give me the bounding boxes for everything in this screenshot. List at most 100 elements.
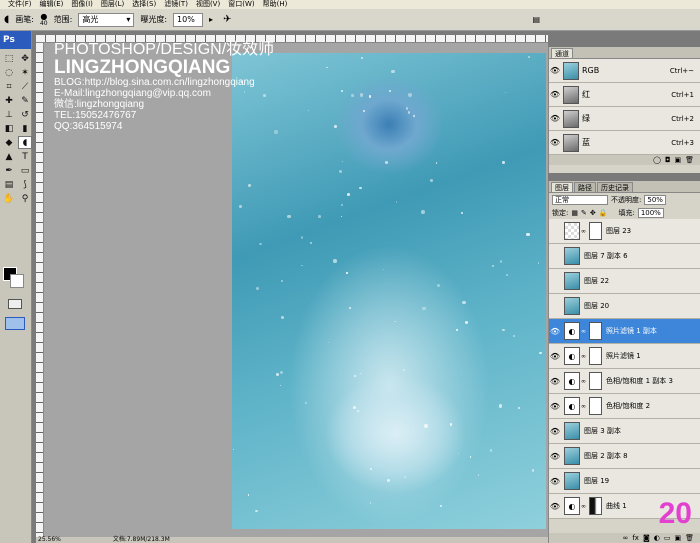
- path-select-icon[interactable]: ▲: [2, 150, 16, 163]
- hand-tool-icon[interactable]: ✋: [2, 192, 16, 205]
- quick-mask-icon[interactable]: [8, 299, 22, 309]
- eyedropper-icon[interactable]: ⟆: [18, 178, 32, 191]
- layer-row[interactable]: 👁 ◐ ∞ 色相/饱和度 2: [549, 394, 700, 419]
- menu-item[interactable]: 滤镜(T): [160, 0, 192, 9]
- blend-mode-select[interactable]: 正常: [552, 194, 608, 205]
- layer-row[interactable]: 👁 图层 3 副本: [549, 419, 700, 444]
- new-group-icon[interactable]: ▭: [664, 534, 671, 542]
- eraser-tool-icon[interactable]: ◧: [2, 122, 16, 135]
- channel-row[interactable]: 👁 红 Ctrl+1: [549, 83, 700, 107]
- eye-icon[interactable]: 👁: [549, 352, 561, 361]
- layer-row[interactable]: ∞ 图层 23: [549, 219, 700, 244]
- layer-mask-thumbnail[interactable]: [589, 322, 602, 340]
- exposure-slider-icon[interactable]: ▸: [209, 15, 213, 24]
- layer-row[interactable]: 图层 20: [549, 294, 700, 319]
- eye-icon[interactable]: 👁: [549, 90, 561, 99]
- eye-icon[interactable]: 👁: [549, 452, 561, 461]
- layer-row[interactable]: 图层 22: [549, 269, 700, 294]
- brush-picker[interactable]: ● 40: [40, 12, 48, 27]
- palette-well-icon[interactable]: ▤: [532, 15, 540, 24]
- save-selection-icon[interactable]: ◘: [665, 156, 671, 164]
- layer-style-icon[interactable]: fx: [632, 534, 639, 542]
- chain-link-icon[interactable]: ∞: [581, 228, 586, 235]
- load-selection-icon[interactable]: ◯: [653, 156, 661, 164]
- new-layer-icon[interactable]: ▣: [674, 534, 681, 542]
- menu-item[interactable]: 视图(V): [192, 0, 224, 9]
- menu-item[interactable]: 图像(I): [67, 0, 97, 9]
- eye-icon[interactable]: 👁: [549, 377, 561, 386]
- clone-stamp-icon[interactable]: ⊥: [2, 108, 16, 121]
- dodge-tool-icon[interactable]: ◖: [4, 14, 9, 25]
- crop-tool-icon[interactable]: ⌗: [2, 80, 16, 93]
- eye-icon[interactable]: 👁: [549, 327, 561, 336]
- menu-item[interactable]: 选择(S): [128, 0, 160, 9]
- eye-icon[interactable]: 👁: [549, 66, 561, 75]
- brush-tool-icon[interactable]: ✎: [18, 94, 32, 107]
- fill-field[interactable]: 100%: [637, 207, 664, 218]
- delete-channel-icon[interactable]: 🗑: [685, 156, 694, 164]
- screen-mode-icon[interactable]: [5, 317, 25, 330]
- new-channel-icon[interactable]: ▣: [674, 156, 681, 164]
- history-brush-icon[interactable]: ↺: [18, 108, 32, 121]
- link-layers-icon[interactable]: ∞: [623, 534, 629, 542]
- range-select[interactable]: 高光 ▾: [78, 12, 135, 27]
- shape-tool-icon[interactable]: ▭: [18, 164, 32, 177]
- adjustment-layer-icon[interactable]: ◐: [654, 534, 660, 542]
- layer-row[interactable]: 👁 图层 2 副本 8: [549, 444, 700, 469]
- magic-wand-icon[interactable]: ✶: [18, 66, 32, 79]
- add-mask-icon[interactable]: ◙: [643, 534, 650, 542]
- tab-layers-0[interactable]: 图层: [551, 182, 573, 192]
- slice-tool-icon[interactable]: ⟋: [18, 80, 32, 93]
- marquee-tool-icon[interactable]: ⬚: [2, 52, 16, 65]
- opacity-field[interactable]: 50%: [644, 194, 666, 205]
- layer-mask-thumbnail[interactable]: [589, 397, 602, 415]
- layer-mask-thumbnail[interactable]: [589, 497, 602, 515]
- menu-item[interactable]: 窗口(W): [224, 0, 258, 9]
- layer-row[interactable]: 👁 ◐ ∞ 照片滤镜 1 副本: [549, 319, 700, 344]
- eye-icon[interactable]: 👁: [549, 477, 561, 486]
- dodge-tool-icon[interactable]: ◖: [18, 136, 32, 149]
- chain-link-icon[interactable]: ∞: [581, 503, 586, 510]
- layer-mask-thumbnail[interactable]: [589, 347, 602, 365]
- layer-row[interactable]: 图层 7 副本 6: [549, 244, 700, 269]
- lock-pixels-icon[interactable]: ✎: [581, 209, 587, 217]
- chain-link-icon[interactable]: ∞: [581, 403, 586, 410]
- eye-icon[interactable]: 👁: [549, 402, 561, 411]
- lock-transparency-icon[interactable]: ▦: [571, 209, 578, 217]
- channel-row[interactable]: 👁 蓝 Ctrl+3: [549, 131, 700, 155]
- gradient-tool-icon[interactable]: ▮: [18, 122, 32, 135]
- tab-channels[interactable]: 通道: [551, 48, 573, 58]
- eye-icon[interactable]: 👁: [549, 502, 561, 511]
- channel-row[interactable]: 👁 RGB Ctrl+~: [549, 59, 700, 83]
- blur-tool-icon[interactable]: ◆: [2, 136, 16, 149]
- exposure-field[interactable]: 10%: [173, 12, 204, 27]
- layer-mask-thumbnail[interactable]: [589, 222, 602, 240]
- chain-link-icon[interactable]: ∞: [581, 353, 586, 360]
- zoom-tool-icon[interactable]: ⚲: [18, 192, 32, 205]
- move-tool-icon[interactable]: ✥: [18, 52, 32, 65]
- channel-row[interactable]: 👁 绿 Ctrl+2: [549, 107, 700, 131]
- lock-all-icon[interactable]: 🔒: [599, 209, 608, 217]
- lock-position-icon[interactable]: ✥: [590, 209, 596, 217]
- chain-link-icon[interactable]: ∞: [581, 328, 586, 335]
- background-color-swatch[interactable]: [10, 274, 24, 288]
- eye-icon[interactable]: 👁: [549, 138, 561, 147]
- photo-canvas[interactable]: [232, 53, 546, 529]
- tab-layers-1[interactable]: 路径: [574, 182, 596, 192]
- pen-tool-icon[interactable]: ✒: [2, 164, 16, 177]
- airbrush-icon[interactable]: ✈: [223, 14, 231, 25]
- menu-item[interactable]: 图层(L): [97, 0, 128, 9]
- tab-layers-2[interactable]: 历史记录: [597, 182, 633, 192]
- menu-item[interactable]: 帮助(H): [259, 0, 292, 9]
- layer-row[interactable]: 👁 ◐ ∞ 色相/饱和度 1 副本 3: [549, 369, 700, 394]
- layer-mask-thumbnail[interactable]: [589, 372, 602, 390]
- type-tool-icon[interactable]: T: [18, 150, 32, 163]
- notes-tool-icon[interactable]: ▤: [2, 178, 16, 191]
- lasso-tool-icon[interactable]: ◌: [2, 66, 16, 79]
- delete-layer-icon[interactable]: 🗑: [685, 534, 694, 542]
- menu-item[interactable]: 文件(F): [4, 0, 36, 9]
- layer-row[interactable]: 👁 ◐ ∞ 照片滤镜 1: [549, 344, 700, 369]
- menu-item[interactable]: 编辑(E): [36, 0, 68, 9]
- layer-row[interactable]: 👁 图层 19: [549, 469, 700, 494]
- eye-icon[interactable]: 👁: [549, 114, 561, 123]
